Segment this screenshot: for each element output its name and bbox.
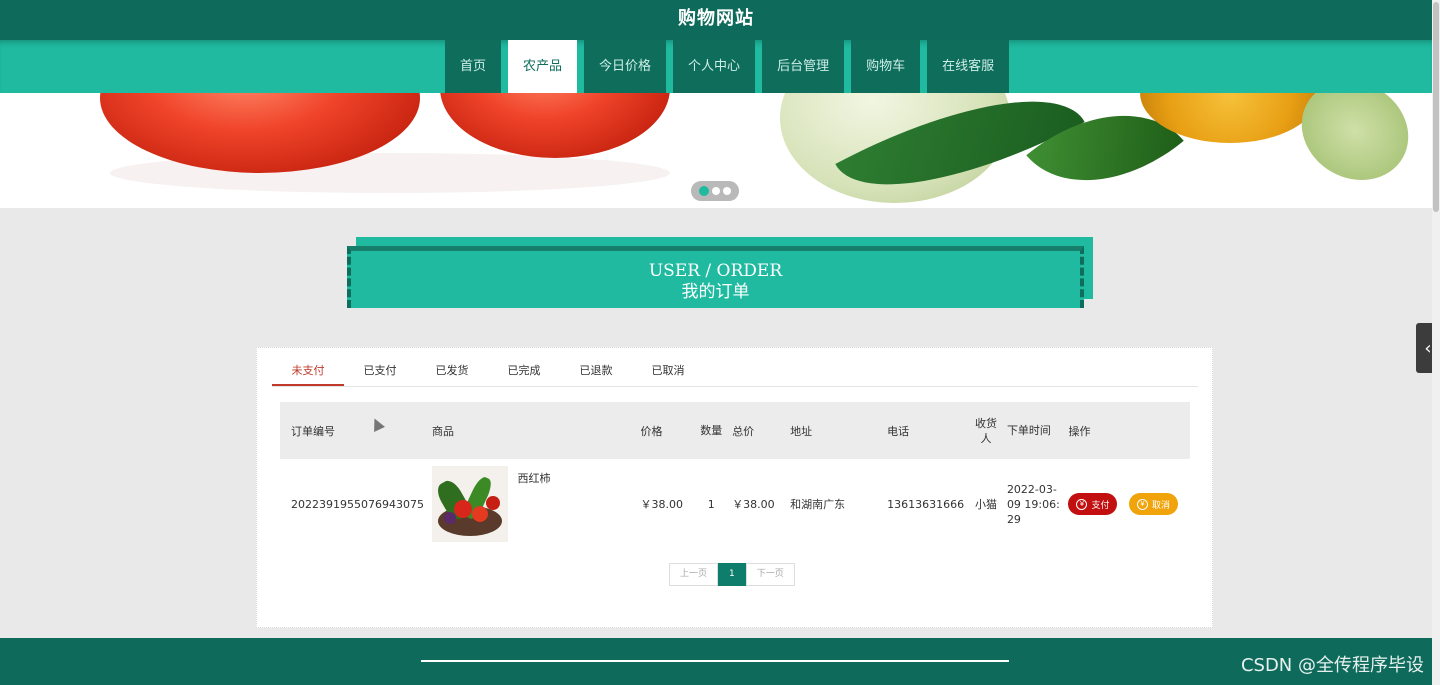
nav-item-user-center[interactable]: 个人中心 — [673, 40, 756, 93]
scrollbar-thumb[interactable] — [1433, 2, 1439, 212]
carousel-dot[interactable] — [723, 187, 731, 195]
table-row: 2022391955076943075 西红柿 ￥38.00 1 ￥38.00 … — [280, 459, 1190, 549]
col-order-no: 订单编号 — [291, 424, 335, 438]
prev-page-button[interactable]: 上一页 — [669, 563, 719, 586]
nav-item-cart[interactable]: 购物车 — [851, 40, 921, 93]
order-status-tabs: 未支付 已支付 已发货 已完成 已退款 已取消 — [272, 358, 1198, 387]
orders-panel: 未支付 已支付 已发货 已完成 已退款 已取消 订单编号 商品 价格 数量 总价… — [256, 347, 1213, 628]
watermark: CSDN @全传程序毕设 — [1240, 655, 1424, 676]
site-header: 购物网站 — [0, 0, 1432, 40]
carousel-indicators — [691, 181, 739, 201]
col-action: 操作 — [1068, 424, 1091, 438]
col-address: 地址 — [790, 424, 813, 438]
carousel-dot[interactable] — [699, 186, 709, 196]
cancel-button[interactable]: ¥ 取消 — [1128, 493, 1178, 515]
col-qty: 数量 — [700, 424, 723, 437]
nav-item-products[interactable]: 农产品 — [508, 40, 578, 93]
col-time: 下单时间 — [1006, 424, 1051, 437]
tab-completed[interactable]: 已完成 — [488, 358, 560, 386]
phone-cell: 13613631666 — [887, 497, 965, 511]
time-cell: 2022-03-09 19:06:29 — [1006, 482, 1060, 526]
section-title-box: USER / ORDER 我的订单 — [347, 246, 1084, 308]
total-cell: ￥38.00 — [732, 498, 775, 511]
pay-button[interactable]: ¥ 支付 — [1068, 493, 1118, 515]
nav-item-support[interactable]: 在线客服 — [927, 40, 1010, 93]
tab-paid[interactable]: 已支付 — [344, 358, 416, 386]
site-title: 购物网站 — [678, 8, 754, 29]
tab-shipped[interactable]: 已发货 — [416, 358, 488, 386]
product-name[interactable]: 西红柿 — [517, 470, 550, 486]
section-title-cn: 我的订单 — [681, 282, 750, 302]
product-cell: 西红柿 — [428, 459, 636, 549]
product-thumbnail[interactable] — [431, 466, 508, 542]
nav-item-home[interactable]: 首页 — [445, 40, 502, 93]
chevron-left-icon: ‹ — [1424, 337, 1432, 359]
order-no: 2022391955076943075 — [291, 497, 424, 511]
banner-carousel — [0, 93, 1432, 208]
tab-cancelled[interactable]: 已取消 — [632, 358, 704, 386]
site-footer — [0, 638, 1432, 685]
currency-icon: ¥ — [1136, 498, 1148, 510]
next-page-button[interactable]: 下一页 — [745, 563, 795, 586]
tab-unpaid[interactable]: 未支付 — [272, 358, 344, 386]
qty-cell: 1 — [707, 497, 715, 511]
table-header-row: 订单编号 商品 价格 数量 总价 地址 电话 收货人 下单时间 操作 — [280, 402, 1190, 459]
footer-divider — [421, 660, 1009, 662]
banner-tomato-image — [440, 93, 670, 158]
receiver-cell: 小猫 — [975, 497, 998, 511]
currency-icon: ¥ — [1076, 498, 1088, 510]
carousel-dot[interactable] — [712, 187, 720, 195]
price-cell: ￥38.00 — [640, 498, 683, 511]
col-phone: 电话 — [887, 424, 910, 438]
banner-corn-image — [1283, 93, 1427, 200]
main-nav: 首页 农产品 今日价格 个人中心 后台管理 购物车 在线客服 — [0, 40, 1432, 93]
col-price: 价格 — [640, 424, 663, 438]
col-receiver: 收货人 — [975, 416, 998, 445]
nav-item-today-price[interactable]: 今日价格 — [584, 40, 667, 93]
col-total: 总价 — [732, 424, 755, 438]
page-1-button[interactable]: 1 — [718, 563, 746, 586]
section-title-en: USER / ORDER — [648, 261, 783, 281]
pagination: 上一页 1 下一页 — [669, 563, 795, 586]
address-cell: 和湖南广东 — [790, 498, 846, 511]
tab-refunded[interactable]: 已退款 — [560, 358, 632, 386]
nav-item-admin[interactable]: 后台管理 — [762, 40, 845, 93]
action-cell: ¥ 支付 ¥ 取消 — [1064, 459, 1190, 549]
col-product: 商品 — [431, 424, 454, 438]
orders-table: 订单编号 商品 价格 数量 总价 地址 电话 收货人 下单时间 操作 20223… — [280, 402, 1190, 549]
